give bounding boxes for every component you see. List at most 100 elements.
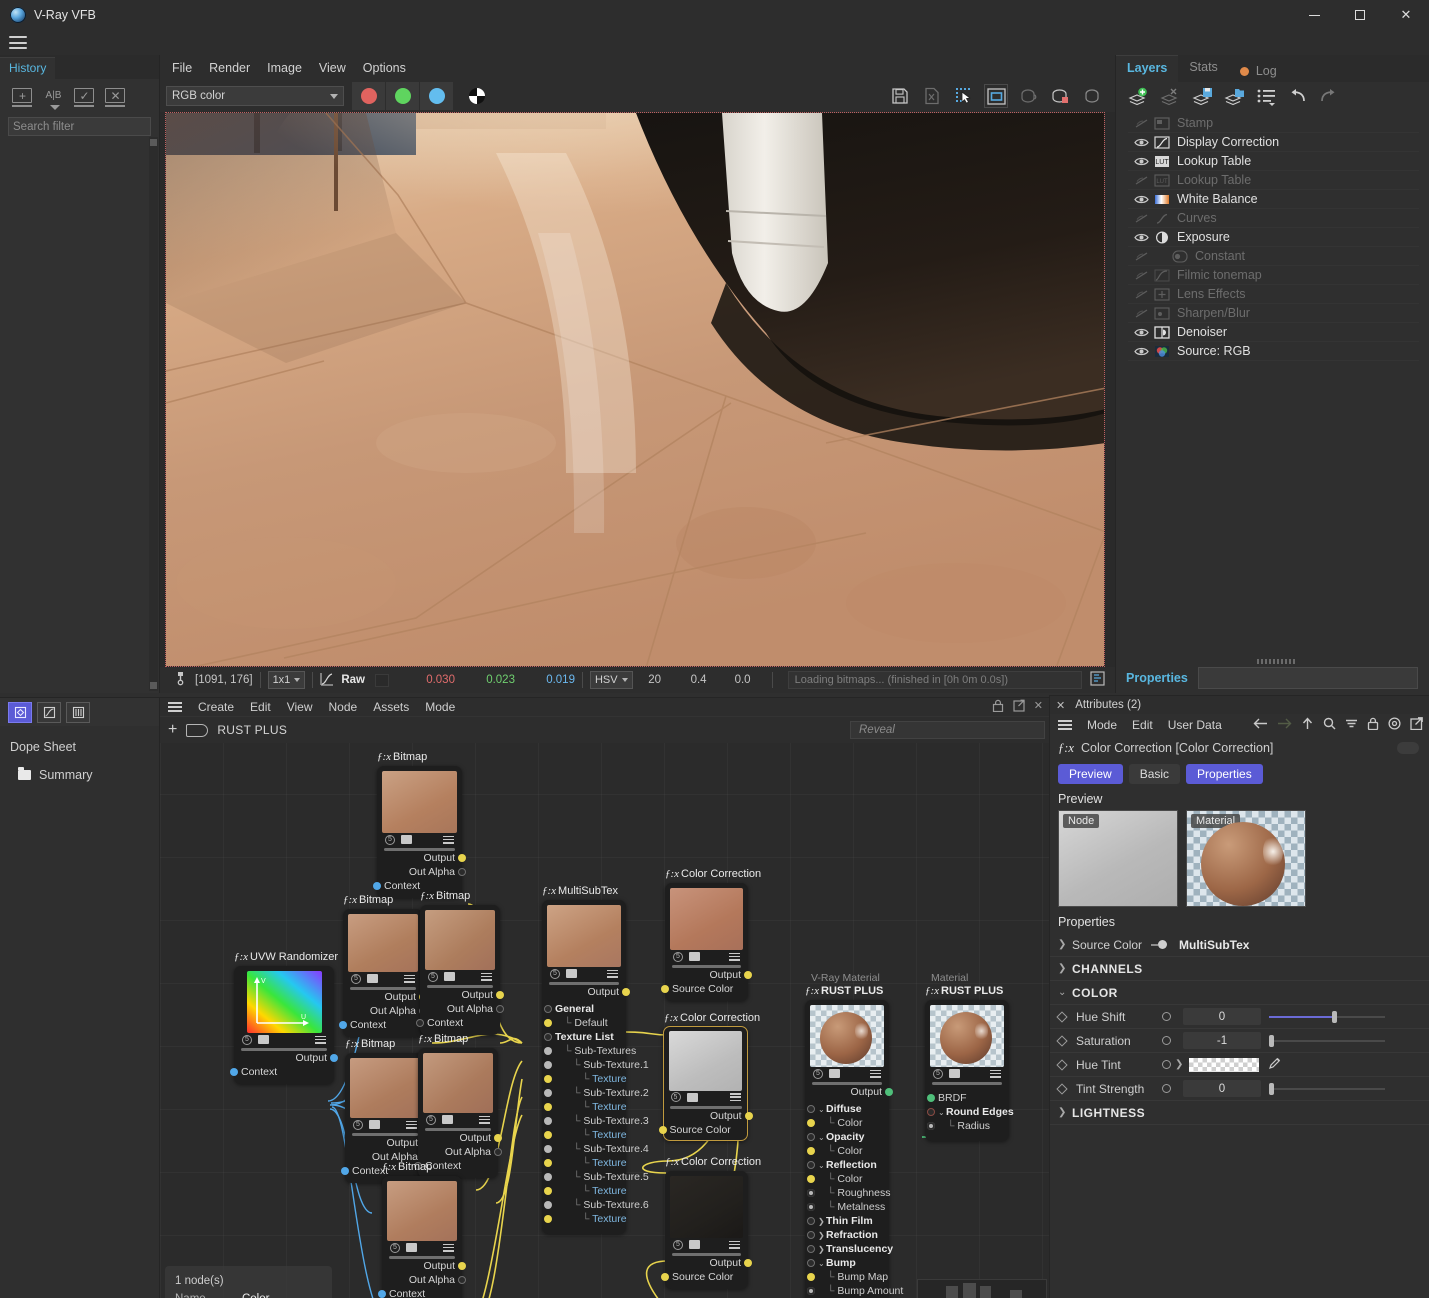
popout-icon[interactable] [1013,699,1025,715]
node-iconbar[interactable]: 5 [387,1241,457,1254]
node-color-correction-1[interactable]: ƒ:xColor Correction 5 Output Source Colo… [665,883,748,1001]
param-slider[interactable] [1269,1080,1385,1097]
layer-row[interactable]: Sharpen/Blur [1128,304,1419,323]
node-enable-toggle[interactable] [1397,742,1419,754]
node-param-row[interactable]: General [555,1002,617,1016]
search-input[interactable] [13,121,167,133]
node-editor-tab[interactable] [8,702,32,723]
color-param-row[interactable]: Tint Strength0 [1050,1077,1429,1101]
node-param-row[interactable]: └ Sub-Textures [555,1044,617,1058]
param-link-icon[interactable] [1162,1012,1171,1021]
dope-sheet-summary-item[interactable]: Summary [0,754,159,782]
layer-visibility-icon[interactable] [1128,232,1154,243]
layer-visibility-icon[interactable] [1128,213,1154,224]
node-param-row[interactable]: └ Texture [555,1072,617,1086]
target-icon[interactable] [1388,717,1401,733]
param-value-field[interactable]: 0 [1183,1008,1261,1025]
menu-options[interactable]: Options [363,61,406,75]
value-mode-label[interactable]: Raw [341,674,365,686]
layer-presets-icon[interactable] [1256,87,1278,109]
resize-grip[interactable] [1257,659,1295,664]
tab-log[interactable]: Log [1229,55,1288,82]
node-port-output[interactable]: Output [547,985,621,999]
teapot-stop-icon[interactable] [1049,85,1071,107]
dope-sheet-tab[interactable] [66,702,90,723]
node-param-row[interactable]: ⌄Bump [818,1256,880,1270]
layer-row[interactable]: White Balance [1128,190,1419,209]
node-port-outalpha[interactable]: Out Alpha [348,1004,418,1018]
region-render-icon[interactable] [953,85,975,107]
layer-row[interactable]: Denoiser [1128,323,1419,342]
menu-image[interactable]: Image [267,61,302,75]
node-param-row[interactable]: ❯Translucency [818,1242,880,1256]
log-panel-icon[interactable] [1090,671,1111,689]
node-uvw-randomizer[interactable]: ƒ:xUVW Randomizer V U 5 Output Context [234,966,334,1084]
tab-preview[interactable]: Preview [1058,764,1123,784]
node-param-row[interactable]: BRDF [938,1091,1000,1105]
teapot-outline-icon[interactable] [1081,85,1103,107]
keyframe-diamond-icon[interactable] [1056,1059,1067,1070]
layer-visibility-icon[interactable] [1128,346,1154,357]
tab-properties[interactable]: Properties [1186,764,1263,784]
param-slider[interactable] [1269,1008,1385,1025]
graph-menu-node[interactable]: Node [329,700,358,714]
node-port-output[interactable]: Output [670,1256,743,1270]
node-param-row[interactable]: └ Sub-Texture.1 [555,1058,617,1072]
color-param-row[interactable]: Saturation-1 [1050,1029,1429,1053]
teapot-icon[interactable] [1017,85,1039,107]
node-bitmap-5[interactable]: ƒ:xBitmap 5 Output Out Alpha Context [418,1048,498,1178]
node-iconbar[interactable]: 5 [425,970,495,983]
graph-menu-view[interactable]: View [287,700,313,714]
section-channels[interactable]: ❯ CHANNELS [1050,957,1429,981]
node-param-row[interactable]: └ Color [818,1116,880,1130]
graph-minimap[interactable] [917,1279,1047,1298]
layer-row[interactable]: Source: RGB [1128,342,1419,361]
layer-properties-field[interactable] [1198,667,1418,689]
node-param-row[interactable]: └ Sub-Texture.3 [555,1114,617,1128]
node-param-row[interactable]: └ Texture [555,1212,617,1226]
minimize-button[interactable] [1291,0,1337,30]
add-snapshot-icon[interactable]: + [10,87,35,109]
node-param-row[interactable]: └ Texture [555,1128,617,1142]
node-param-row[interactable]: └ Texture [555,1100,617,1114]
layer-row[interactable]: Stamp [1128,114,1419,133]
node-port-context[interactable]: Context [387,1287,457,1298]
preview-node[interactable]: Node [1058,810,1178,907]
menu-render[interactable]: Render [209,61,250,75]
node-param-row[interactable]: └ Radius [938,1119,1000,1133]
reveal-input[interactable]: Reveal [850,721,1045,739]
node-port-outalpha[interactable]: Out Alpha [423,1145,493,1159]
tab-history[interactable]: History [0,57,55,79]
node-color-correction-2[interactable]: ƒ:xColor Correction 5 Output Source Colo… [663,1026,748,1141]
node-param-row[interactable]: └ Sub-Texture.4 [555,1142,617,1156]
back-arrow-icon[interactable] [1253,717,1268,733]
apply-snapshot-icon[interactable]: ✓ [72,87,97,109]
chevron-icon[interactable]: ❯ [818,1215,826,1229]
node-bitmap-6[interactable]: ƒ:xBitmap 5 Output Out Alpha Context [382,1176,462,1298]
node-iconbar[interactable]: 5 [930,1067,1004,1080]
node-param-row[interactable]: Texture List [555,1030,617,1044]
node-port-outalpha[interactable]: Out Alpha [425,1002,495,1016]
delete-snapshot-icon[interactable]: ✕ [103,87,128,109]
node-port-output[interactable]: Output [668,1109,744,1123]
param-value-field[interactable]: -1 [1183,1032,1261,1049]
node-port-context[interactable]: Context [425,1016,495,1030]
node-port-source-color[interactable]: Source Color [670,1270,743,1284]
node-port-output[interactable]: Output [425,988,495,1002]
node-port-source-color[interactable]: Source Color [668,1123,744,1137]
section-lightness[interactable]: ❯ LIGHTNESS [1050,1101,1429,1125]
layer-row[interactable]: Lens Effects [1128,285,1419,304]
lock-icon[interactable] [992,699,1004,715]
chevron-right-icon[interactable]: ❯ [1175,1059,1189,1070]
filter-icon[interactable] [1345,717,1358,733]
node-bitmap-3[interactable]: ƒ:xBitmap 5 Output Out Alpha Context [420,905,500,1035]
curve-editor-tab[interactable] [37,702,61,723]
link-dot-icon[interactable] [1158,940,1167,949]
node-param-row[interactable]: └ Color [818,1172,880,1186]
history-search[interactable] [8,117,151,136]
node-iconbar[interactable]: 5 [239,1033,329,1046]
param-link-icon[interactable] [1162,1084,1171,1093]
layer-row[interactable]: LUTLookup Table [1128,171,1419,190]
node-param-row[interactable]: └ Bump Map [818,1270,880,1284]
preview-material[interactable]: Material [1186,810,1306,907]
